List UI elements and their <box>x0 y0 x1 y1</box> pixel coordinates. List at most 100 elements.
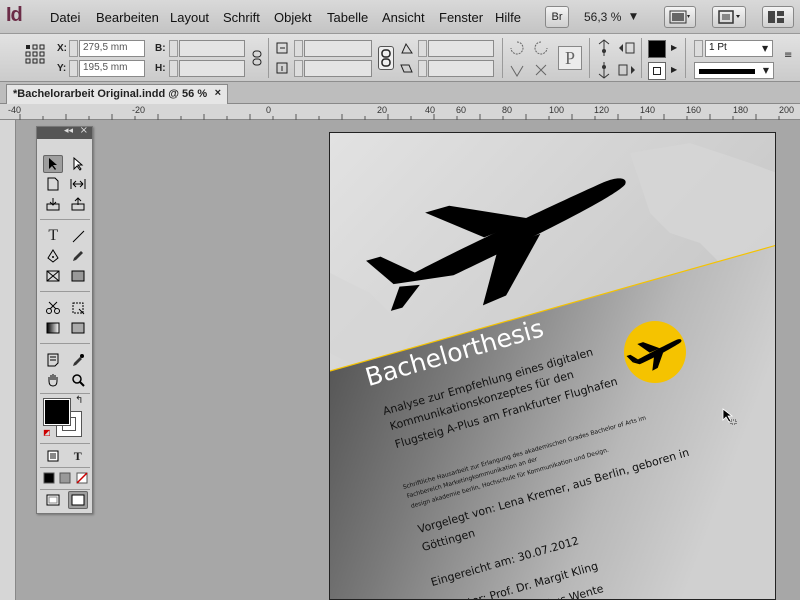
rotate-clockwise-icon[interactable] <box>509 40 525 56</box>
scissors-tool[interactable] <box>43 299 63 317</box>
x-position-field[interactable]: 279,5 mm <box>79 40 145 57</box>
divider <box>589 38 590 78</box>
menu-datei[interactable]: Datei <box>50 10 80 25</box>
scale-x-field[interactable] <box>304 40 372 57</box>
gradient-feather-tool[interactable] <box>68 319 88 337</box>
shear-stepper[interactable] <box>418 60 427 77</box>
menu-bearbeiten[interactable]: Bearbeiten <box>96 10 159 25</box>
note-tool[interactable] <box>43 351 63 369</box>
scale-y-field[interactable] <box>304 60 372 77</box>
divider <box>40 489 90 490</box>
scale-x-icon <box>276 42 288 54</box>
chevron-down-icon[interactable]: ▼ <box>762 44 768 53</box>
menu-ansicht[interactable]: Ansicht <box>382 10 425 25</box>
document-tab[interactable]: *Bachelorarbeit Original.indd @ 56 % × <box>6 84 228 104</box>
page-tool[interactable] <box>43 175 63 193</box>
direct-selection-tool[interactable] <box>68 155 88 173</box>
apply-none-icon <box>76 472 88 484</box>
height-field[interactable] <box>179 60 245 77</box>
close-icon[interactable]: × <box>80 125 88 136</box>
bridge-button[interactable]: Br <box>545 6 569 28</box>
content-placer-tool[interactable] <box>68 195 88 213</box>
screen-mode-button[interactable] <box>712 6 746 28</box>
rotate-field[interactable] <box>428 40 494 57</box>
free-transform-tool[interactable] <box>68 299 88 317</box>
horizontal-ruler[interactable]: -40 -20 0 20 40 60 80 100 120 140 160 18… <box>0 104 800 120</box>
y-stepper[interactable] <box>69 60 78 77</box>
rotate-stepper[interactable] <box>418 40 427 57</box>
fill-color-swatch[interactable] <box>43 398 71 426</box>
rotate-counterclockwise-icon[interactable] <box>533 40 549 56</box>
control-panel: X: 279,5 mm Y: 195,5 mm B: H: P ▶ ▶ 1 Pt… <box>0 34 800 82</box>
scale-x-stepper[interactable] <box>294 40 303 57</box>
formatting-container-button[interactable] <box>43 447 63 465</box>
normal-view-icon <box>46 494 60 506</box>
collapse-icon[interactable]: ◂◂ <box>64 126 73 136</box>
eyedropper-tool[interactable] <box>68 351 88 369</box>
select-container-icon[interactable] <box>596 39 612 57</box>
apply-gradient-icon <box>59 472 71 484</box>
chevron-right-icon[interactable]: ▶ <box>671 65 677 74</box>
rectangle-tool[interactable] <box>68 267 88 285</box>
menu-layout[interactable]: Layout <box>170 10 209 25</box>
stroke-type-dropdown[interactable]: ▼ <box>694 62 774 79</box>
reference-point-icon[interactable] <box>25 44 45 64</box>
constrain-scale-button[interactable] <box>378 46 394 70</box>
preview-view-button[interactable] <box>67 491 88 509</box>
default-colors-icon[interactable]: ◩ <box>43 428 53 438</box>
select-next-icon[interactable] <box>617 61 637 79</box>
scale-y-stepper[interactable] <box>294 60 303 77</box>
pen-tool[interactable] <box>43 247 63 265</box>
selection-tool[interactable] <box>43 155 64 173</box>
menu-hilfe[interactable]: Hilfe <box>495 10 521 25</box>
content-collector-tool[interactable] <box>43 195 63 213</box>
stroke-swatch[interactable] <box>648 62 666 80</box>
gap-tool[interactable] <box>68 175 88 193</box>
apply-gradient-button[interactable] <box>57 469 73 487</box>
swap-icon[interactable]: ↰ <box>75 395 83 406</box>
shear-field[interactable] <box>428 60 494 77</box>
document-page[interactable]: Bachelorthesis Analyse zur Empfehlung ei… <box>329 132 776 600</box>
constrain-proportions-icon[interactable] <box>250 50 264 66</box>
normal-view-button[interactable] <box>43 491 63 509</box>
flip-horizontal-icon[interactable] <box>509 62 525 78</box>
menu-tabelle[interactable]: Tabelle <box>327 10 368 25</box>
tools-panel-header[interactable]: ◂◂ × <box>37 125 92 139</box>
zoom-level[interactable]: 56,3 % <box>584 10 621 24</box>
y-position-field[interactable]: 195,5 mm <box>79 60 145 77</box>
apply-color-button[interactable] <box>41 469 57 487</box>
menu-schrift[interactable]: Schrift <box>223 10 260 25</box>
fill-swatch[interactable] <box>648 40 666 58</box>
type-tool[interactable]: T <box>43 227 63 245</box>
height-stepper[interactable] <box>169 60 178 77</box>
select-previous-icon[interactable] <box>617 39 637 57</box>
divider <box>641 38 642 78</box>
pencil-tool[interactable] <box>68 247 88 265</box>
pencil-icon <box>72 251 83 261</box>
panel-menu-icon[interactable]: ≡ <box>784 50 792 61</box>
line-tool[interactable] <box>68 227 88 245</box>
stroke-weight-stepper[interactable] <box>694 40 703 57</box>
menu-objekt[interactable]: Objekt <box>274 10 312 25</box>
chevron-right-icon[interactable]: ▶ <box>671 43 677 52</box>
vertical-ruler[interactable] <box>0 120 16 600</box>
view-options-button[interactable] <box>664 6 696 28</box>
pen-icon <box>47 249 59 263</box>
rectangle-frame-tool[interactable] <box>43 267 63 285</box>
width-stepper[interactable] <box>169 40 178 57</box>
zoom-tool[interactable] <box>68 371 88 389</box>
select-content-icon[interactable] <box>596 61 612 79</box>
gradient-swatch-tool[interactable] <box>43 319 63 337</box>
rotate-angle-icon <box>401 42 413 54</box>
hand-tool[interactable] <box>43 371 63 389</box>
width-field[interactable] <box>179 40 245 57</box>
menu-fenster[interactable]: Fenster <box>439 10 483 25</box>
close-icon[interactable]: × <box>215 87 221 99</box>
formatting-text-button[interactable]: T <box>68 447 88 465</box>
apply-none-button[interactable] <box>74 469 90 487</box>
x-stepper[interactable] <box>69 40 78 57</box>
arrange-documents-button[interactable] <box>762 6 794 28</box>
flip-vertical-icon[interactable] <box>533 62 549 78</box>
document-tab-title: *Bachelorarbeit Original.indd @ 56 % <box>13 88 208 100</box>
chevron-down-icon[interactable]: ▼ <box>630 12 637 22</box>
